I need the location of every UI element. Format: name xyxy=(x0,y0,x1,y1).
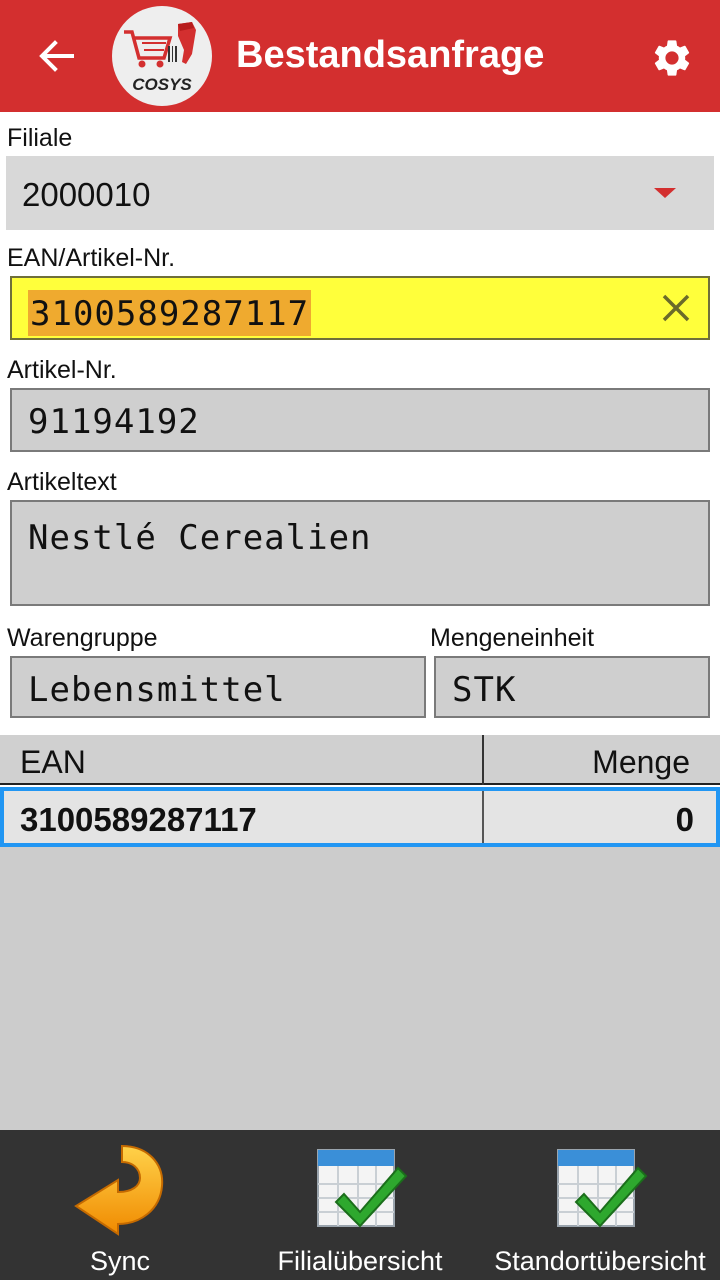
filiale-label: Filiale xyxy=(7,124,73,152)
ean-input-value: 3100589287117 xyxy=(28,290,312,336)
filialuebersicht-button[interactable]: Filialübersicht xyxy=(270,1130,450,1280)
back-button[interactable] xyxy=(30,30,82,82)
standortuebersicht-label: Standortübersicht xyxy=(494,1246,706,1276)
artikel-nr-label: Artikel-Nr. xyxy=(7,356,117,384)
gear-icon xyxy=(654,40,690,76)
column-divider xyxy=(482,735,484,785)
sync-arrow-icon xyxy=(74,1144,164,1236)
row-divider xyxy=(482,791,484,843)
bottom-action-bar: Sync Filialübersicht Standortübersicht xyxy=(0,1130,720,1280)
table-check-icon xyxy=(317,1149,408,1228)
artikeltext-value: Nestlé Cerealien xyxy=(28,518,372,558)
row-menge-cell: 0 xyxy=(675,801,694,838)
warengruppe-field: Lebensmittel xyxy=(10,656,426,718)
app-bar: COSYS Bestandsanfrage xyxy=(0,0,720,112)
column-header-menge[interactable]: Menge xyxy=(592,744,690,781)
arrow-left-icon xyxy=(39,40,74,72)
cosys-logo: COSYS xyxy=(112,6,212,106)
warengruppe-label: Warengruppe xyxy=(7,624,158,652)
sync-button[interactable]: Sync xyxy=(40,1130,200,1280)
table-header: EAN Menge xyxy=(0,735,720,785)
warengruppe-value: Lebensmittel xyxy=(28,670,286,710)
mengeneinheit-label: Mengeneinheit xyxy=(430,624,595,652)
filiale-value: 2000010 xyxy=(22,176,151,213)
artikel-nr-value: 91194192 xyxy=(28,402,200,442)
column-header-ean[interactable]: EAN xyxy=(20,744,86,781)
filialuebersicht-label: Filialübersicht xyxy=(277,1246,443,1276)
ean-input[interactable]: 3100589287117 xyxy=(10,276,710,340)
clear-button[interactable] xyxy=(656,288,696,328)
filiale-select[interactable]: 2000010 xyxy=(6,156,714,230)
close-icon xyxy=(662,294,690,322)
sync-label: Sync xyxy=(89,1246,151,1276)
svg-text:COSYS: COSYS xyxy=(132,75,192,94)
artikel-nr-field: 91194192 xyxy=(10,388,710,452)
settings-button[interactable] xyxy=(644,30,700,86)
standortuebersicht-button[interactable]: Standortübersicht xyxy=(484,1130,716,1280)
page-title: Bestandsanfrage xyxy=(236,34,545,76)
table-row[interactable]: 3100589287117 0 xyxy=(0,787,720,847)
mengeneinheit-value: STK xyxy=(452,670,517,710)
row-ean-cell: 3100589287117 xyxy=(20,801,257,838)
dropdown-arrow-icon xyxy=(654,188,676,198)
table-empty-area xyxy=(0,847,720,1130)
artikeltext-field: Nestlé Cerealien xyxy=(10,500,710,606)
ean-label: EAN/Artikel-Nr. xyxy=(7,244,176,272)
artikeltext-label: Artikeltext xyxy=(7,468,117,496)
table-check-icon xyxy=(557,1149,648,1228)
mengeneinheit-field: STK xyxy=(434,656,710,718)
app-screen: COSYS Bestandsanfrage Filiale 2000010 EA… xyxy=(0,0,720,1280)
